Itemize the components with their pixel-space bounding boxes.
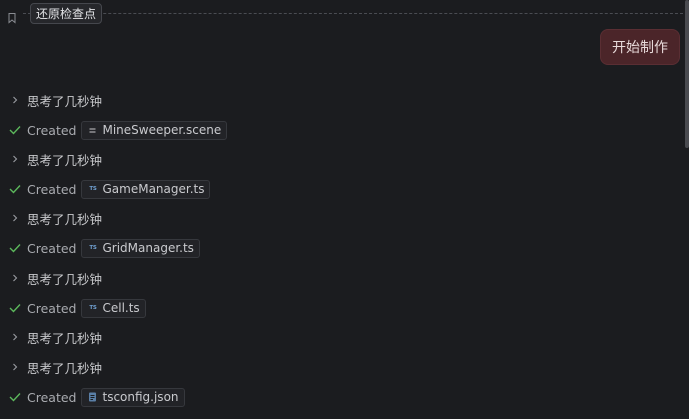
created-label: Created xyxy=(27,181,77,197)
created-row: Created TS GridManager.ts xyxy=(8,236,200,260)
thinking-label: 思考了几秒钟 xyxy=(27,93,103,109)
activity-list: 思考了几秒钟 Created MineSweeper.scene 思考了几秒钟 xyxy=(0,0,682,419)
thinking-row[interactable]: 思考了几秒钟 xyxy=(8,266,102,290)
created-label: Created xyxy=(27,122,77,138)
thinking-label: 思考了几秒钟 xyxy=(27,271,103,287)
check-icon xyxy=(8,390,22,404)
created-label: Created xyxy=(27,300,77,316)
chevron-right-icon[interactable] xyxy=(8,211,22,225)
thinking-row[interactable]: 思考了几秒钟 xyxy=(8,355,102,379)
check-icon xyxy=(8,301,22,315)
check-icon xyxy=(8,182,22,196)
thinking-row[interactable]: 思考了几秒钟 xyxy=(8,206,102,230)
typescript-file-icon: TS xyxy=(89,305,97,311)
file-name: GridManager.ts xyxy=(102,241,194,255)
thinking-label: 思考了几秒钟 xyxy=(27,211,103,227)
created-row: Created MineSweeper.scene xyxy=(8,118,228,142)
thinking-label: 思考了几秒钟 xyxy=(27,360,103,376)
thinking-label: 思考了几秒钟 xyxy=(27,330,103,346)
chevron-right-icon[interactable] xyxy=(8,93,22,107)
file-chip[interactable]: tsconfig.json xyxy=(81,387,185,407)
thinking-row[interactable]: 思考了几秒钟 xyxy=(8,147,102,171)
chevron-right-icon[interactable] xyxy=(8,152,22,166)
thinking-row[interactable]: 思考了几秒钟 xyxy=(8,88,102,112)
thinking-row[interactable]: 思考了几秒钟 xyxy=(8,325,102,349)
scrollbar-thumb[interactable] xyxy=(685,0,689,148)
file-name: MineSweeper.scene xyxy=(102,123,222,137)
chat-panel: 还原检查点 开始制作 思考了几秒钟 Created MineSweeper.sc… xyxy=(0,0,689,419)
typescript-file-icon: TS xyxy=(89,186,97,192)
file-chip[interactable]: TS Cell.ts xyxy=(81,298,146,318)
created-row: Created tsconfig.json xyxy=(8,385,185,409)
created-label: Created xyxy=(27,240,77,256)
chevron-right-icon[interactable] xyxy=(8,271,22,285)
file-chip[interactable]: TS GridManager.ts xyxy=(81,238,200,258)
file-chip[interactable]: MineSweeper.scene xyxy=(81,120,228,140)
scene-file-icon xyxy=(87,125,98,136)
file-name: GameManager.ts xyxy=(102,182,205,196)
json-file-icon xyxy=(87,392,98,403)
created-row: Created TS GameManager.ts xyxy=(8,177,211,201)
file-chip[interactable]: TS GameManager.ts xyxy=(81,179,211,199)
typescript-file-icon: TS xyxy=(89,245,97,251)
created-row: Created TS Cell.ts xyxy=(8,296,146,320)
created-label: Created xyxy=(27,389,77,405)
chevron-right-icon[interactable] xyxy=(8,330,22,344)
chevron-right-icon[interactable] xyxy=(8,360,22,374)
thinking-label: 思考了几秒钟 xyxy=(27,152,103,168)
check-icon xyxy=(8,241,22,255)
check-icon xyxy=(8,123,22,137)
file-name: tsconfig.json xyxy=(102,390,179,404)
file-name: Cell.ts xyxy=(102,301,140,315)
